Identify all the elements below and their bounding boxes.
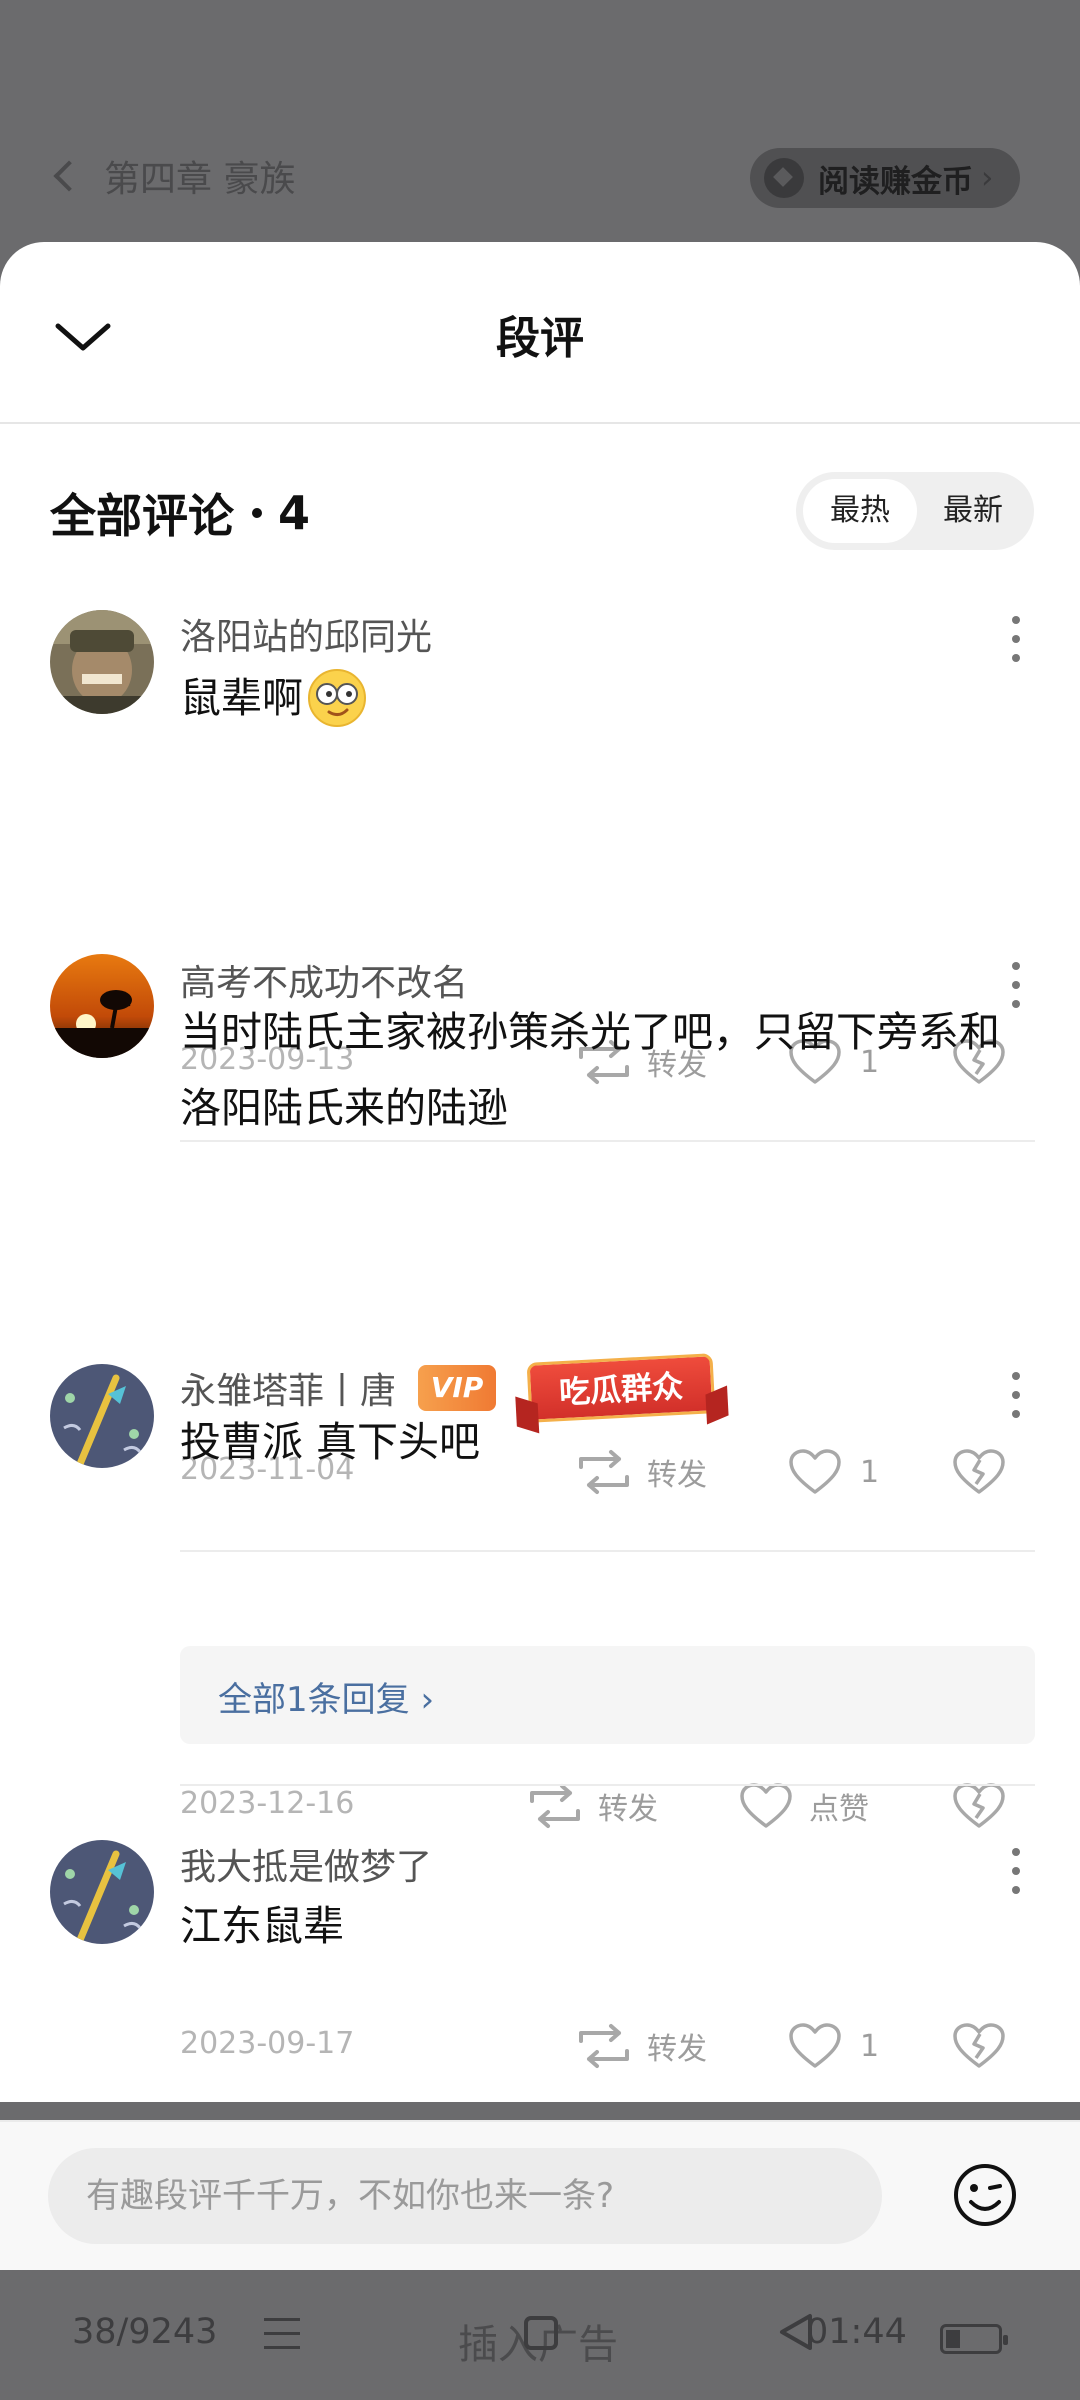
comment-username[interactable]: 洛阳站的邱同光 xyxy=(180,608,432,660)
comment-date: 2023-09-17 xyxy=(180,2026,355,2061)
read-earn-coins-label: 阅读赚金币 xyxy=(818,163,973,200)
comment-text-row: 鼠辈啊 xyxy=(180,660,1040,736)
avatar[interactable] xyxy=(50,954,154,1058)
heart-icon xyxy=(740,1783,792,1828)
repost-icon xyxy=(579,2024,629,2068)
view-replies-button[interactable]: 全部1条回复 › xyxy=(180,1646,1035,1744)
comment-meta: 2023-09-17 转发 1 xyxy=(180,2016,1035,2076)
menu-line xyxy=(264,2332,300,2335)
broken-heart-icon xyxy=(953,1783,1005,1828)
dot xyxy=(1012,616,1020,624)
like-label: 点赞 xyxy=(809,1792,869,1827)
chapter-back-button[interactable]: 第四章 豪族 xyxy=(53,150,296,202)
broken-heart-icon xyxy=(953,2023,1005,2068)
dot xyxy=(1012,1848,1020,1856)
all-comments-label: 全部评论 xyxy=(50,489,234,543)
all-comments-title: 全部评论 4 xyxy=(50,480,310,546)
back-chevron-icon xyxy=(53,160,85,192)
repost-icon xyxy=(530,1784,580,1828)
menu-line xyxy=(264,2346,300,2349)
separator-dot xyxy=(252,508,262,518)
menu-line xyxy=(264,2318,300,2321)
comment-input-bar xyxy=(0,2120,1080,2270)
comment-list-header: 全部评论 4 最热 最新 xyxy=(50,472,1034,552)
chevron-right-icon: › xyxy=(981,160,994,196)
divider xyxy=(180,1784,1035,1786)
reader-bottom-bar: 38/9243 插入广告 01:44 xyxy=(0,2270,1080,2400)
sort-new-option[interactable]: 最新 xyxy=(916,479,1030,543)
emoji-button[interactable] xyxy=(952,2162,1018,2228)
avatar-image xyxy=(50,610,154,714)
comment-text: 鼠辈啊 xyxy=(180,674,303,722)
dot xyxy=(1012,1372,1020,1380)
page-indicator: 38/9243 xyxy=(72,2312,218,2352)
battery-icon xyxy=(940,2324,1008,2354)
dot xyxy=(1012,1867,1020,1875)
paragraph-comments-sheet: 段评 全部评论 4 最热 最新 洛阳站的邱同光 鼠辈啊 2023-09-13 转… xyxy=(0,242,1080,2102)
repost-label: 转发 xyxy=(598,1792,658,1827)
comment-input[interactable] xyxy=(48,2148,882,2244)
comment-date: 2023-12-16 xyxy=(180,1786,355,1821)
dislike-button[interactable] xyxy=(952,2016,1006,2076)
view-replies-label: 全部1条回复 › xyxy=(218,1680,435,1720)
avatar-image xyxy=(50,954,154,1058)
repost-button[interactable]: 转发 xyxy=(575,2016,707,2076)
battery-fill xyxy=(946,2330,960,2348)
read-earn-coins-button[interactable]: 阅读赚金币 › xyxy=(750,148,1020,208)
comment-username[interactable]: 我大抵是做梦了 xyxy=(180,1838,432,1890)
comment-text: 江东鼠辈 xyxy=(180,1902,344,1950)
dot xyxy=(1012,981,1020,989)
sort-hot-option[interactable]: 最热 xyxy=(803,479,917,543)
avatar[interactable] xyxy=(50,1840,154,1944)
sheet-header: 段评 xyxy=(0,242,1080,424)
dot xyxy=(1012,962,1020,970)
dot xyxy=(1012,635,1020,643)
divider xyxy=(180,1550,1035,1552)
avatar[interactable] xyxy=(50,610,154,714)
sheet-title: 段评 xyxy=(496,313,584,364)
dot xyxy=(1012,1391,1020,1399)
comment-text: 当时陆氏主家被孙策杀光了吧，只留下旁系和洛阳陆氏来的陆逊 xyxy=(180,1008,1000,1132)
clock: 01:44 xyxy=(806,2312,907,2352)
menu-icon[interactable] xyxy=(264,2318,300,2360)
like-button[interactable]: 1 xyxy=(788,2016,879,2076)
reader-top-bar: 第四章 豪族 阅读赚金币 › xyxy=(0,0,1080,260)
heart-icon xyxy=(789,2023,841,2068)
chapter-title: 第四章 豪族 xyxy=(104,159,296,200)
smug-emoji-icon xyxy=(308,669,366,727)
like-count: 1 xyxy=(860,2028,880,2064)
wink-emoji-icon xyxy=(954,2164,1016,2226)
coin-icon xyxy=(764,158,804,198)
repost-label: 转发 xyxy=(647,2032,707,2067)
comment-text: 投曹派 真下头吧 xyxy=(180,1418,481,1466)
avatar-image xyxy=(50,1364,154,1468)
avatar[interactable] xyxy=(50,1364,154,1468)
avatar-image xyxy=(50,1840,154,1944)
comment-count: 4 xyxy=(278,486,311,540)
home-nav-icon[interactable] xyxy=(524,2316,558,2350)
sort-toggle: 最热 最新 xyxy=(796,472,1034,550)
